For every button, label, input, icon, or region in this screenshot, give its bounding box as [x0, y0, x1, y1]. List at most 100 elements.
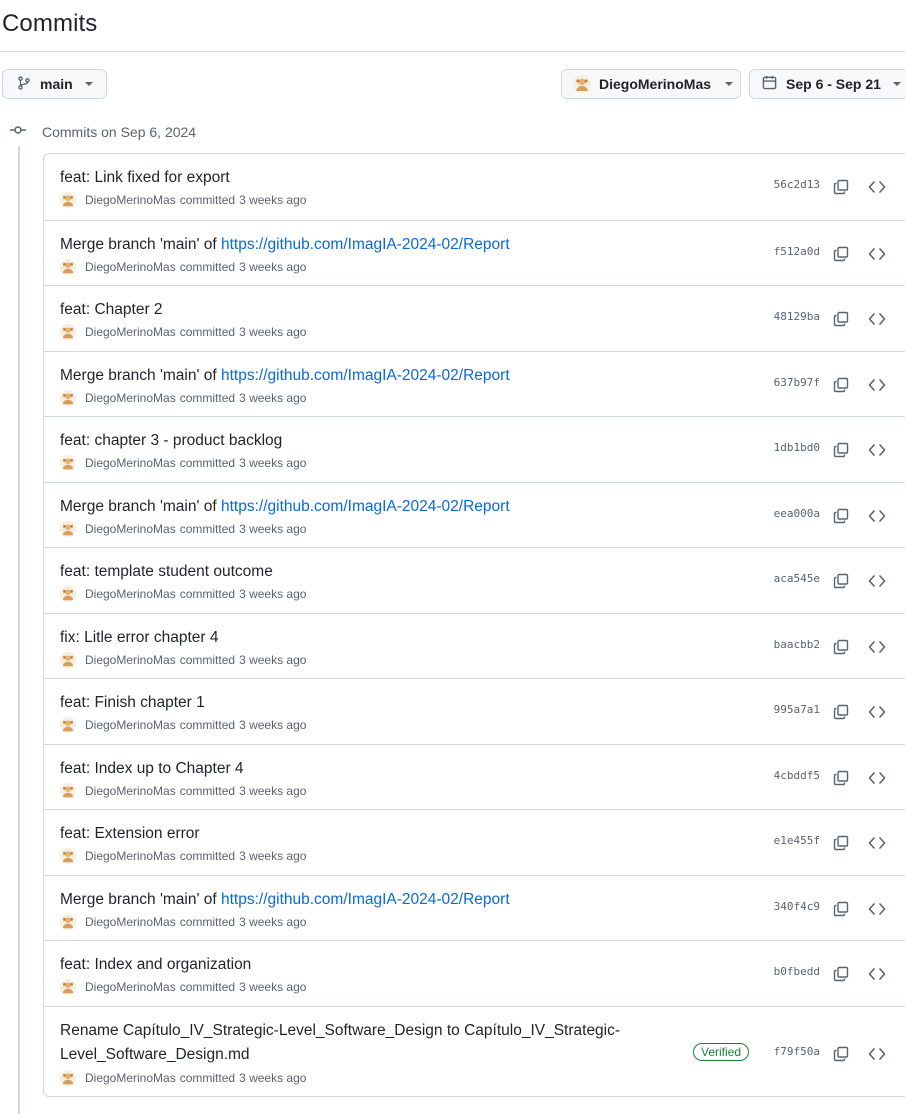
user-filter-button[interactable]: DiegoMerinoMas — [561, 69, 741, 99]
copy-icon[interactable] — [829, 439, 853, 461]
code-brackets-icon[interactable] — [865, 701, 889, 723]
commit-link[interactable]: https://github.com/ImagIA-2024-02/Report — [221, 367, 510, 384]
commit-author[interactable]: DiegoMerinoMas — [85, 718, 176, 732]
commit-sha[interactable]: baacbb2 — [772, 638, 820, 651]
commit-author[interactable]: DiegoMerinoMas — [85, 325, 176, 339]
commit-sha[interactable]: 637b97f — [772, 376, 820, 389]
code-brackets-icon[interactable] — [865, 963, 889, 985]
commit-author[interactable]: DiegoMerinoMas — [85, 980, 176, 994]
commit-author[interactable]: DiegoMerinoMas — [85, 1071, 176, 1085]
commit-link[interactable]: https://github.com/ImagIA-2024-02/Report — [221, 236, 510, 253]
commit-message[interactable]: Merge branch 'main' of https://github.co… — [60, 364, 650, 388]
avatar[interactable] — [60, 913, 76, 930]
commit-author[interactable]: DiegoMerinoMas — [85, 915, 176, 929]
copy-icon[interactable] — [829, 832, 853, 854]
avatar[interactable] — [60, 455, 76, 471]
commit-message[interactable]: Merge branch 'main' of https://github.co… — [60, 233, 650, 257]
copy-icon[interactable] — [829, 636, 853, 658]
commit-author[interactable]: DiegoMerinoMas — [85, 260, 176, 274]
commit-action: committed — [179, 587, 236, 601]
avatar[interactable] — [60, 717, 76, 733]
code-brackets-icon[interactable] — [865, 176, 889, 198]
code-brackets-icon[interactable] — [865, 636, 889, 658]
commit-sha[interactable]: 340f4c9 — [772, 900, 820, 913]
avatar[interactable] — [60, 586, 76, 602]
commit-link[interactable]: https://github.com/ImagIA-2024-02/Report — [221, 891, 510, 908]
commit-action: committed — [179, 718, 236, 732]
copy-icon[interactable] — [829, 963, 853, 985]
commit-message[interactable]: feat: Index and organization — [60, 953, 650, 977]
commit-sha[interactable]: f79f50a — [772, 1045, 820, 1058]
commit-author[interactable]: DiegoMerinoMas — [85, 456, 176, 470]
commit-time: 3 weeks ago — [239, 390, 307, 405]
commit-link[interactable]: https://github.com/ImagIA-2024-02/Report — [221, 498, 510, 515]
code-brackets-icon[interactable] — [865, 570, 889, 592]
commit-author[interactable]: DiegoMerinoMas — [85, 193, 176, 207]
copy-icon[interactable] — [829, 243, 853, 265]
caret-down-icon — [725, 82, 734, 86]
copy-icon[interactable] — [829, 570, 853, 592]
branch-selector-button[interactable]: main — [2, 69, 107, 99]
copy-icon[interactable] — [829, 767, 853, 789]
commit-author[interactable]: DiegoMerinoMas — [85, 587, 176, 601]
date-range-button[interactable]: Sep 6 - Sep 21 — [749, 69, 905, 99]
commit-sha[interactable]: aca545e — [772, 572, 820, 585]
commit-sha[interactable]: eea000a — [772, 507, 820, 520]
copy-icon[interactable] — [829, 308, 853, 330]
avatar[interactable] — [60, 258, 76, 275]
commit-sha[interactable]: 1db1bd0 — [772, 441, 820, 454]
avatar[interactable] — [60, 389, 76, 406]
commit-message[interactable]: feat: Link fixed for export — [60, 166, 650, 190]
copy-icon[interactable] — [829, 701, 853, 723]
code-brackets-icon[interactable] — [865, 308, 889, 330]
commit-sha[interactable]: 4cbddf5 — [772, 769, 820, 782]
commit-message[interactable]: Rename Capítulo_IV_Strategic-Level_Softw… — [60, 1019, 650, 1067]
commit-author[interactable]: DiegoMerinoMas — [85, 391, 176, 405]
avatar[interactable] — [60, 520, 76, 537]
code-brackets-icon[interactable] — [865, 832, 889, 854]
code-brackets-icon[interactable] — [865, 505, 889, 527]
copy-icon[interactable] — [829, 1043, 853, 1065]
copy-icon[interactable] — [829, 898, 853, 920]
commit-author[interactable]: DiegoMerinoMas — [85, 849, 176, 863]
code-brackets-icon[interactable] — [865, 374, 889, 396]
commit-author[interactable]: DiegoMerinoMas — [85, 784, 176, 798]
verified-badge[interactable]: Verified — [693, 1042, 750, 1061]
code-brackets-icon[interactable] — [865, 767, 889, 789]
commit-sha[interactable]: b0fbedd — [772, 965, 820, 978]
avatar[interactable] — [60, 782, 76, 799]
commit-message[interactable]: Merge branch 'main' of https://github.co… — [60, 495, 650, 519]
code-brackets-icon[interactable] — [865, 898, 889, 920]
commit-action: committed — [179, 521, 236, 536]
commit-action: committed — [179, 1070, 236, 1085]
code-brackets-icon[interactable] — [865, 1043, 889, 1065]
copy-icon[interactable] — [829, 374, 853, 396]
commit-sha[interactable]: e1e455f — [772, 834, 820, 847]
commit-message[interactable]: fix: Litle error chapter 4 — [60, 626, 650, 650]
copy-icon[interactable] — [829, 505, 853, 527]
code-brackets-icon[interactable] — [865, 439, 889, 461]
commit-message[interactable]: feat: Extension error — [60, 822, 650, 846]
commit-sha[interactable]: 48129ba — [772, 310, 820, 323]
commit-message[interactable]: feat: Index up to Chapter 4 — [60, 757, 650, 781]
user-filter-label: DiegoMerinoMas — [599, 76, 712, 92]
copy-icon[interactable] — [829, 176, 853, 198]
commit-message[interactable]: feat: chapter 3 - product backlog — [60, 429, 650, 453]
commit-sha[interactable]: 56c2d13 — [772, 178, 820, 191]
code-brackets-icon[interactable] — [865, 243, 889, 265]
avatar[interactable] — [60, 651, 76, 668]
commit-sha[interactable]: 995a7a1 — [772, 703, 820, 716]
commit-author[interactable]: DiegoMerinoMas — [85, 522, 176, 536]
avatar[interactable] — [60, 848, 76, 864]
commit-message[interactable]: Merge branch 'main' of https://github.co… — [60, 888, 650, 912]
avatar[interactable] — [60, 324, 76, 340]
commit-message[interactable]: feat: Finish chapter 1 — [60, 691, 650, 715]
avatar[interactable] — [60, 979, 76, 995]
commit-row: feat: Chapter 2 DiegoMerinoMas committed… — [44, 285, 905, 351]
commit-sha[interactable]: f512a0d — [772, 245, 820, 258]
commit-message[interactable]: feat: Chapter 2 — [60, 298, 650, 322]
commit-author[interactable]: DiegoMerinoMas — [85, 653, 176, 667]
avatar[interactable] — [60, 192, 76, 208]
avatar[interactable] — [60, 1069, 76, 1086]
commit-message[interactable]: feat: template student outcome — [60, 560, 650, 584]
